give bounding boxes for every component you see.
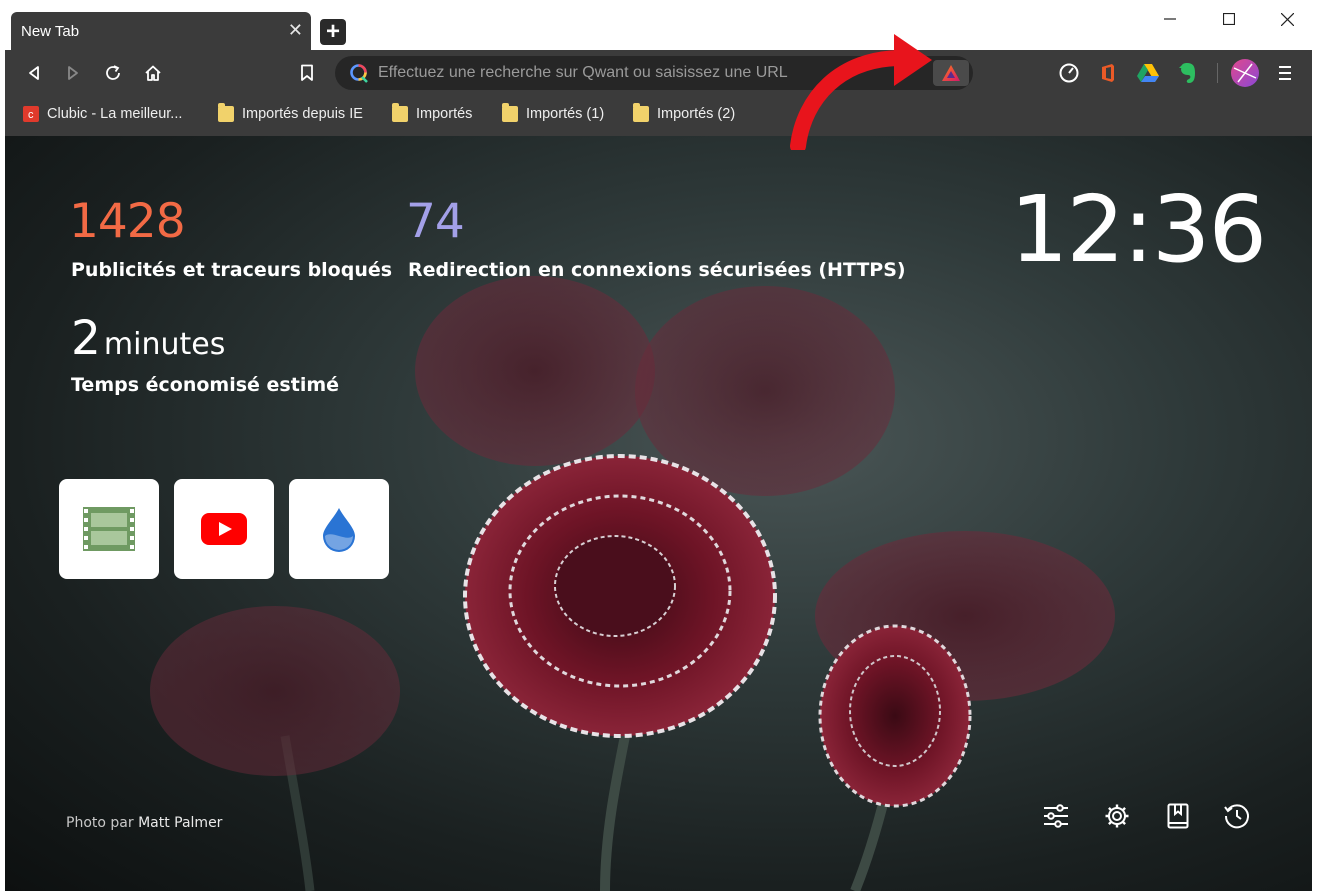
qwant-icon (350, 64, 368, 83)
url-placeholder: Effectuez une recherche sur Qwant ou sai… (378, 64, 788, 81)
ads-blocked-count: 1428 (69, 194, 186, 249)
reload-icon (106, 65, 120, 80)
ads-blocked-label: Publicités et traceurs bloqués (71, 259, 393, 281)
settings-button[interactable] (1102, 801, 1132, 831)
bookmark-item-clubic[interactable]: c Clubic - La meilleur... (23, 103, 182, 125)
time-saved-unit: minutes (103, 327, 226, 362)
tab-title: New Tab (21, 22, 80, 40)
google-drive-icon (1137, 64, 1159, 82)
google-drive-extension[interactable] (1136, 61, 1160, 85)
bookmark-label: Importés (1) (526, 106, 605, 122)
tab-close-icon[interactable]: ✕ (288, 21, 303, 39)
https-upgrades-count: 74 (406, 194, 465, 249)
https-upgrades-label: Redirection en connexions sécurisées (HT… (408, 259, 906, 281)
toolbar: Effectuez une recherche sur Qwant ou sai… (5, 50, 1312, 94)
photo-credit-author[interactable]: Matt Palmer (138, 815, 222, 831)
title-bar: New Tab ✕ + (0, 0, 1317, 50)
folder-icon (392, 103, 408, 122)
folder-icon (633, 103, 649, 122)
photo-credit-prefix: Photo par (66, 815, 134, 831)
time-saved-label: Temps économisé estimé (71, 374, 340, 396)
speed-dial-extension[interactable] (1057, 61, 1081, 85)
sliders-icon (1044, 804, 1068, 828)
new-tab-page: 1428 Publicités et traceurs bloqués 74 R… (5, 136, 1312, 891)
bookmark-label: Clubic - La meilleur... (47, 106, 183, 122)
bookmarks-button[interactable] (1163, 801, 1193, 831)
office-icon (1102, 64, 1114, 82)
bookmark-icon (301, 64, 313, 81)
clubic-icon: c (23, 106, 39, 122)
customize-button[interactable] (1041, 801, 1071, 831)
hamburger-menu-icon (1279, 66, 1291, 80)
top-site-film[interactable] (59, 479, 159, 579)
tab-new-tab[interactable]: New Tab ✕ (11, 12, 311, 50)
back-button[interactable] (21, 60, 47, 86)
annotation-arrow-icon (790, 34, 932, 150)
home-icon (145, 65, 161, 81)
back-icon (29, 66, 39, 80)
evernote-extension[interactable] (1176, 61, 1200, 85)
forward-button[interactable] (60, 60, 86, 86)
close-icon (1280, 12, 1294, 26)
water-drop-icon (323, 508, 355, 552)
bookmark-page-button[interactable] (294, 60, 320, 86)
evernote-icon (1179, 63, 1195, 83)
top-site-youtube[interactable] (174, 479, 274, 579)
menu-button[interactable] (1273, 61, 1297, 85)
bookmark-folder-importes-ie[interactable]: Importés depuis IE (218, 103, 363, 125)
gear-icon (1105, 804, 1129, 828)
bookmarks-bar: c Clubic - La meilleur... Importés depui… (5, 94, 1312, 132)
history-button[interactable] (1222, 801, 1252, 831)
minimize-button[interactable] (1147, 4, 1193, 34)
home-button[interactable] (140, 60, 166, 86)
profile-avatar[interactable] (1230, 58, 1260, 88)
new-tab-button[interactable]: + (320, 19, 346, 45)
clock: 12:36 (1009, 176, 1267, 283)
avatar-icon (1231, 59, 1259, 87)
top-site-water-drop[interactable] (289, 479, 389, 579)
svg-text:c: c (28, 109, 34, 121)
gauge-icon (1059, 63, 1079, 83)
reload-button[interactable] (100, 60, 126, 86)
office-extension[interactable] (1096, 61, 1120, 85)
bookmark-folder-importes[interactable]: Importés (392, 103, 472, 125)
youtube-icon (201, 513, 247, 545)
maximize-icon (1223, 13, 1235, 25)
maximize-button[interactable] (1206, 4, 1252, 34)
film-icon (83, 507, 135, 551)
bookmark-label: Importés (416, 106, 473, 122)
browser-frame: Effectuez une recherche sur Qwant ou sai… (5, 50, 1312, 891)
forward-icon (68, 66, 78, 80)
bookmark-label: Importés (2) (657, 106, 736, 122)
time-saved-number: 2 (71, 311, 101, 366)
bookmarks-icon (1167, 803, 1189, 829)
toolbar-separator (1217, 63, 1218, 83)
bookmark-folder-importes-2[interactable]: Importés (2) (633, 103, 735, 125)
minimize-icon (1164, 18, 1176, 20)
close-window-button[interactable] (1264, 4, 1310, 34)
bookmark-label: Importés depuis IE (242, 106, 363, 122)
bookmark-folder-importes-1[interactable]: Importés (1) (502, 103, 604, 125)
brave-shield-icon (942, 65, 960, 81)
folder-icon (218, 103, 234, 122)
folder-icon (502, 103, 518, 122)
time-saved-value: 2 minutes (71, 311, 225, 366)
history-icon (1224, 804, 1249, 829)
photo-credit: Photo par Matt Palmer (66, 815, 222, 831)
